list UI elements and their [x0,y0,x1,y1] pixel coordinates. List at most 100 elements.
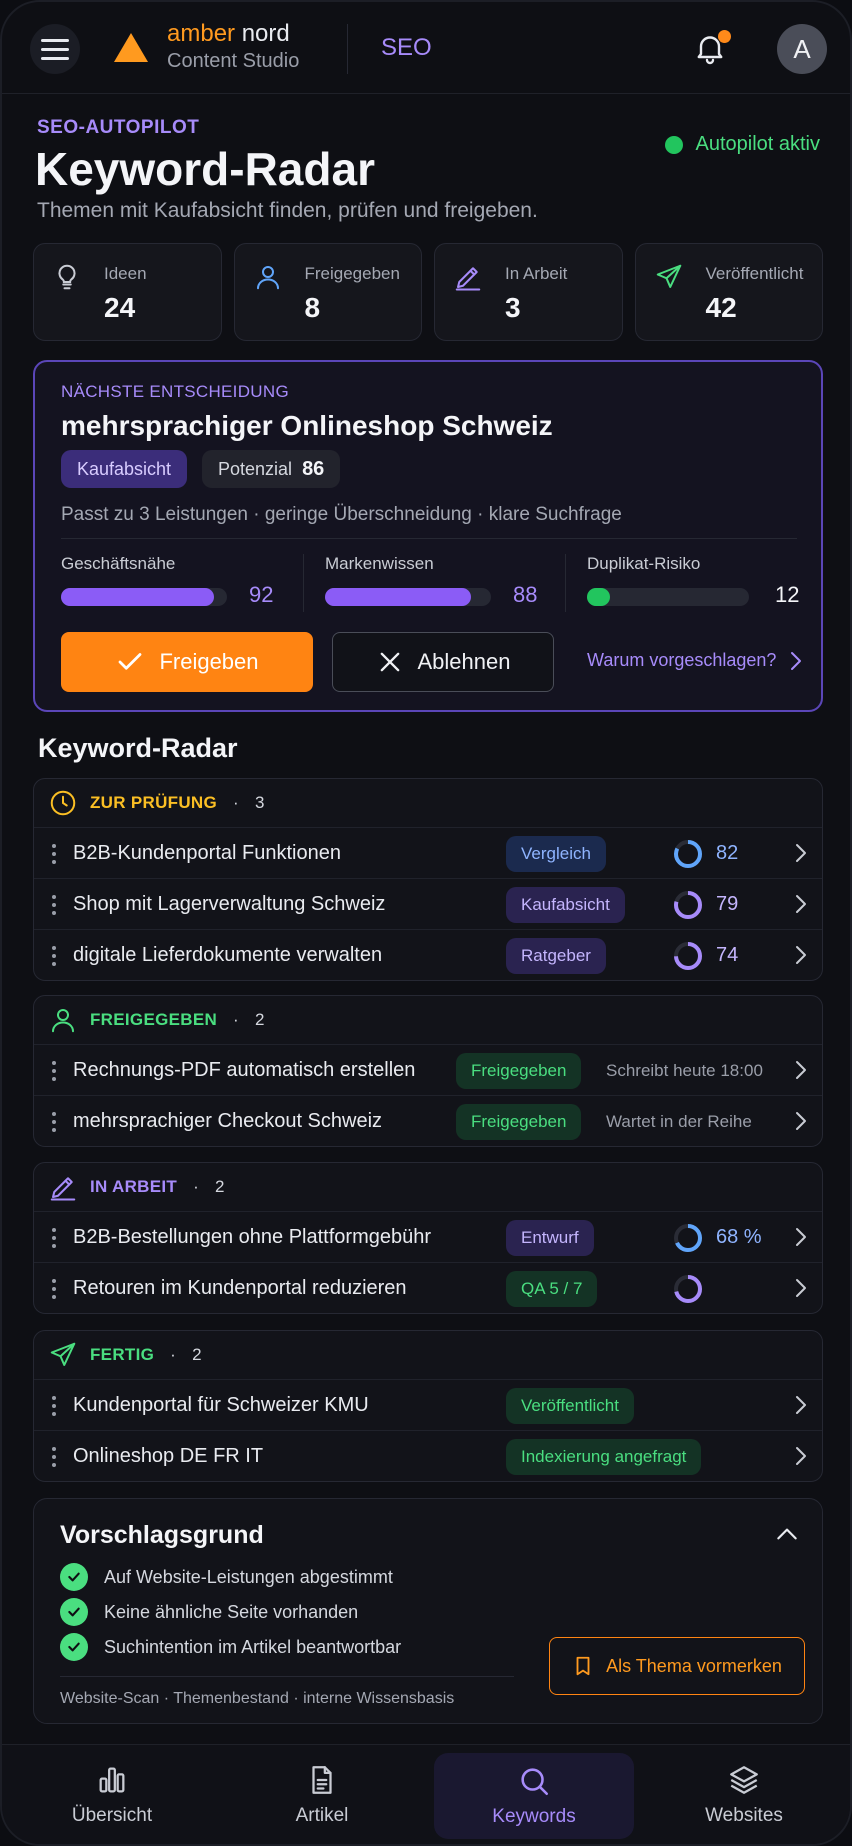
stat-label: Veröffentlicht [705,264,804,283]
save-topic-button[interactable]: Als Thema vormerken [549,1637,805,1695]
reject-label: Ablehnen [417,649,511,674]
score-ring [674,942,702,970]
group-done: FERTIG · 2 Kundenportal für Schweizer KM… [33,1330,823,1482]
chevron-right-icon [796,1396,806,1414]
decision-eyebrow: NÄCHSTE ENTSCHEIDUNG [61,382,289,401]
group-header[interactable]: IN ARBEIT · 2 [34,1163,822,1211]
reason-item: Keine ähnliche Seite vorhanden [60,1598,358,1626]
reject-button[interactable]: Ablehnen [332,632,554,692]
group-approved: FREIGEGEBEN · 2 Rechnungs-PDF automatisc… [33,995,823,1147]
chevron-right-icon [796,1061,806,1079]
approve-label: Freigeben [159,649,259,674]
stat-card-published[interactable]: Veröffentlicht 42 [634,243,823,341]
brand-name-amber: amber [167,20,236,47]
drag-handle-icon[interactable] [52,1061,56,1081]
nav-item-websites[interactable]: Websites [644,1745,844,1844]
stat-card-in-progress[interactable]: In Arbeit 3 [434,243,623,341]
bookmark-icon [576,1656,590,1676]
next-decision-card: NÄCHSTE ENTSCHEIDUNG mehrsprachiger Onli… [33,360,823,712]
stat-card-ideas[interactable]: Ideen 24 [33,243,222,341]
stat-card-approved[interactable]: Freigegeben 8 [233,243,422,341]
keyword-tag: Freigegeben [456,1053,582,1089]
drag-handle-icon[interactable] [52,946,56,966]
check-circle-icon [60,1563,88,1591]
decision-headline: mehrsprachiger Onlineshop Schweiz [61,410,553,441]
avatar[interactable]: A [777,24,827,74]
drag-handle-icon[interactable] [52,895,56,915]
approve-button[interactable]: Freigeben [61,632,313,692]
score-ring [674,891,702,919]
metric-value: 88 [513,582,538,607]
metric-bar [61,588,227,606]
app-frame: amber nord Content Studio SEO A SEO-AUTO… [0,0,852,1846]
group-header[interactable]: ZUR PRÜFUNG · 3 [34,779,822,827]
autopilot-status[interactable]: Autopilot aktiv [665,133,820,156]
group-review: ZUR PRÜFUNG · 3 B2B-Kundenportal Funktio… [33,778,823,981]
divider [60,1676,514,1677]
drag-handle-icon[interactable] [52,1447,56,1467]
nav-label: Übersicht [71,1805,153,1826]
drag-handle-icon[interactable] [52,1396,56,1416]
keyword-tag: QA 5 / 7 [506,1271,598,1307]
keyword-row[interactable]: B2B-Kundenportal Funktionen Vergleich 82 [34,827,822,878]
potential-chip: Potenzial 86 [202,450,341,488]
metric-label: Duplikat-Risiko [587,554,701,573]
group-header[interactable]: FERTIG · 2 [34,1331,822,1379]
keyword-progress: 68 % [716,1226,762,1248]
nav-item-overview[interactable]: Übersicht [12,1745,212,1844]
group-label: FERTIG [90,1345,155,1364]
keyword-title: Onlineshop DE FR IT [73,1445,264,1467]
brand-subtitle: Content Studio [167,50,300,72]
group-count-separator: · [170,1345,177,1364]
keyword-row[interactable]: Kundenportal für Schweizer KMU Veröffent… [34,1379,822,1430]
keyword-title: Retouren im Kundenportal reduzieren [73,1277,407,1299]
keyword-tag: Freigegeben [456,1104,582,1140]
check-icon [119,653,142,670]
reason-text: Auf Website-Leistungen abgestimmt [104,1566,393,1587]
divider [565,554,566,612]
metric-bar [325,588,491,606]
page-eyebrow: SEO-AUTOPILOT [37,117,200,138]
potential-value: 86 [302,457,325,480]
section-label: SEO [381,34,432,61]
keyword-row[interactable]: Retouren im Kundenportal reduzieren QA 5… [34,1262,822,1313]
menu-button[interactable] [30,24,80,74]
keyword-row[interactable]: Rechnungs-PDF automatisch erstellen Frei… [34,1044,822,1095]
drag-handle-icon[interactable] [52,1112,56,1132]
stat-value: 3 [505,292,521,323]
page-subtitle: Themen mit Kaufabsicht finden, prüfen un… [37,199,538,222]
keyword-score: 74 [716,944,739,966]
brand-logo-icon [114,33,148,62]
metric-duplicate-risk: Duplikat-Risiko 12 [587,554,817,607]
drag-handle-icon[interactable] [52,1228,56,1248]
group-header[interactable]: FREIGEGEBEN · 2 [34,996,822,1044]
why-suggested-link[interactable]: Warum vorgeschlagen? [587,650,802,671]
keyword-title: digitale Lieferdokumente verwalten [73,944,383,966]
nav-label: Artikel [295,1805,349,1826]
brand-name-nord: nord [241,20,290,47]
search-icon [521,1768,549,1796]
group-label: FREIGEGEBEN [90,1010,218,1029]
reason-title: Vorschlagsgrund [60,1521,264,1549]
stat-label: In Arbeit [505,264,568,283]
send-icon [50,1342,76,1366]
reason-item: Suchintention im Artikel beantwortbar [60,1633,401,1661]
keyword-row[interactable]: digitale Lieferdokumente verwalten Ratge… [34,929,822,980]
nav-item-keywords[interactable]: Keywords [434,1753,634,1839]
keyword-row[interactable]: Onlineshop DE FR IT Indexierung angefrag… [34,1430,822,1481]
keyword-row[interactable]: Shop mit Lagerverwaltung Schweiz Kaufabs… [34,878,822,929]
keyword-row[interactable]: B2B-Bestellungen ohne Plattformgebühr En… [34,1211,822,1262]
nav-item-articles[interactable]: Artikel [222,1745,422,1844]
drag-handle-icon[interactable] [52,844,56,864]
group-count-separator: · [233,793,239,812]
keyword-row[interactable]: mehrsprachiger Checkout Schweiz Freigege… [34,1095,822,1146]
reason-item: Auf Website-Leistungen abgestimmt [60,1563,393,1591]
metric-bar [587,588,749,606]
group-in-progress: IN ARBEIT · 2 B2B-Bestellungen ohne Plat… [33,1162,823,1314]
top-bar: amber nord Content Studio SEO A [2,2,850,94]
close-icon [380,652,399,672]
stat-value: 24 [104,292,136,323]
drag-handle-icon[interactable] [52,1279,56,1299]
metric-brand-knowledge: Markenwissen 88 [325,554,555,607]
chevron-up-icon[interactable] [774,1521,800,1547]
